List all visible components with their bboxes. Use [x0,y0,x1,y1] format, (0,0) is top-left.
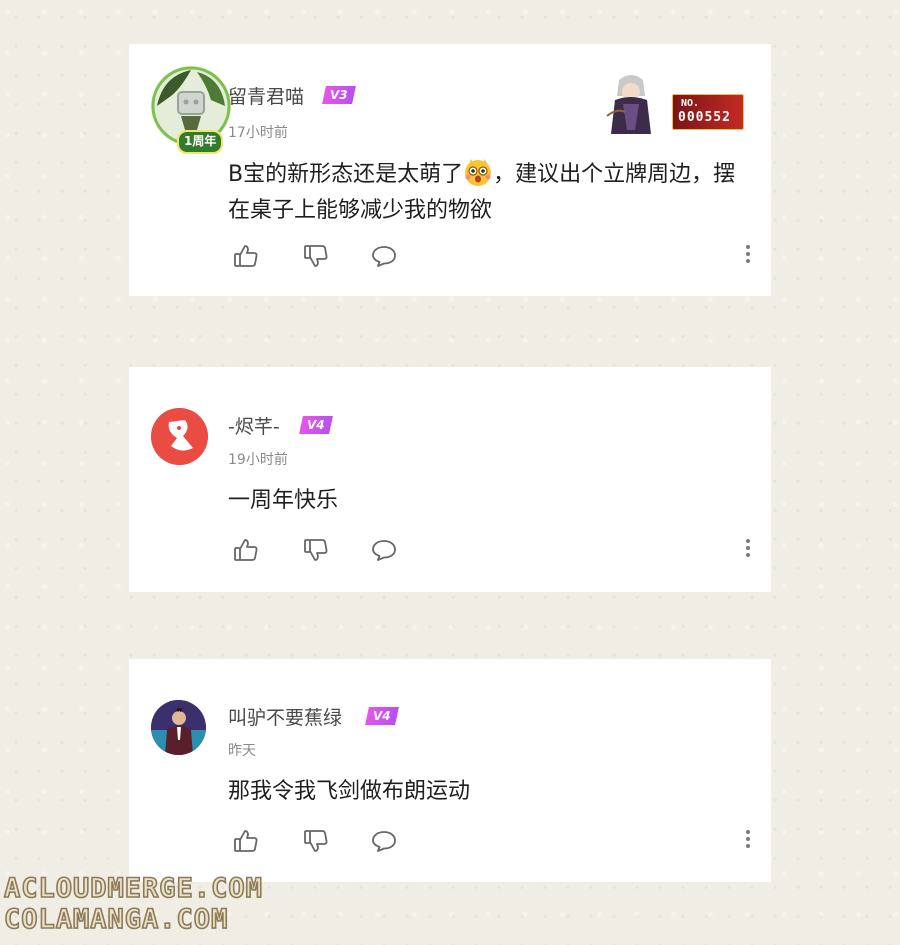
fan-number-value: 000552 [678,110,731,125]
comment-actions [232,827,752,855]
character-figure-icon [606,75,651,134]
anniversary-badge: 1周年 [177,130,224,154]
chat-bubble-icon[interactable] [370,536,398,564]
thumbs-up-icon[interactable] [232,536,260,564]
username[interactable]: 叫驴不要蕉绿 [228,703,342,730]
watermark-text: ACLOUDMERGE.COM [3,872,263,905]
comment-text-part: B宝的新形态还是太萌了 [228,162,464,187]
username[interactable]: -烬芊- [228,412,280,439]
user-avatar[interactable] [151,700,206,755]
timestamp: 17小时前 [228,125,288,141]
comment-actions [232,536,752,564]
fox-mascot-icon [151,408,208,465]
vertical-ellipsis-icon[interactable] [743,828,753,852]
comment-card: -烬芊- V4 19小时前 一周年快乐 [129,367,771,592]
comment-text: B宝的新形态还是太萌了 ，建议出个立牌周边，摆在桌子上能够减少我的物欲 [228,157,748,229]
chat-bubble-icon[interactable] [370,827,398,855]
fan-number-plate: NO. 000552 [672,94,744,130]
thumbs-down-icon[interactable] [302,242,330,270]
vip-badge: V4 [299,416,333,434]
thumbs-up-icon[interactable] [232,827,260,855]
thumbs-down-icon[interactable] [302,827,330,855]
username[interactable]: 留青君喵 [228,82,304,109]
comment-text-part: 一周年快乐 [228,488,339,513]
thumbs-down-icon[interactable] [302,536,330,564]
user-avatar[interactable] [151,408,208,465]
watermark-text: COLAMANGA.COM [3,903,229,936]
excited-face-emoji-icon [463,157,493,187]
thumbs-up-icon[interactable] [232,242,260,270]
comment-text: 一周年快乐 [228,483,748,519]
comment-text: 那我令我飞剑做布朗运动 [228,774,748,810]
speaker-photo-icon [151,700,206,755]
user-avatar[interactable]: 1周年 [151,66,231,154]
vertical-ellipsis-icon[interactable] [743,537,753,561]
comment-text-part: 那我令我飞剑做布朗运动 [228,779,471,804]
timestamp: 19小时前 [228,452,288,468]
comment-card: 叫驴不要蕉绿 V4 昨天 那我令我飞剑做布朗运动 [129,659,771,882]
chat-bubble-icon[interactable] [370,242,398,270]
vertical-ellipsis-icon[interactable] [743,243,753,267]
comment-card: 1周年 留青君喵 V3 17小时前 NO. 000552 B宝的新形态还是太萌了… [129,44,771,296]
comment-actions [232,242,752,270]
vip-badge: V3 [322,86,356,104]
vip-badge: V4 [365,707,399,725]
timestamp: 昨天 [228,743,256,759]
fan-number-prefix: NO. [681,98,700,109]
fan-number-badge[interactable]: NO. 000552 [595,70,750,136]
